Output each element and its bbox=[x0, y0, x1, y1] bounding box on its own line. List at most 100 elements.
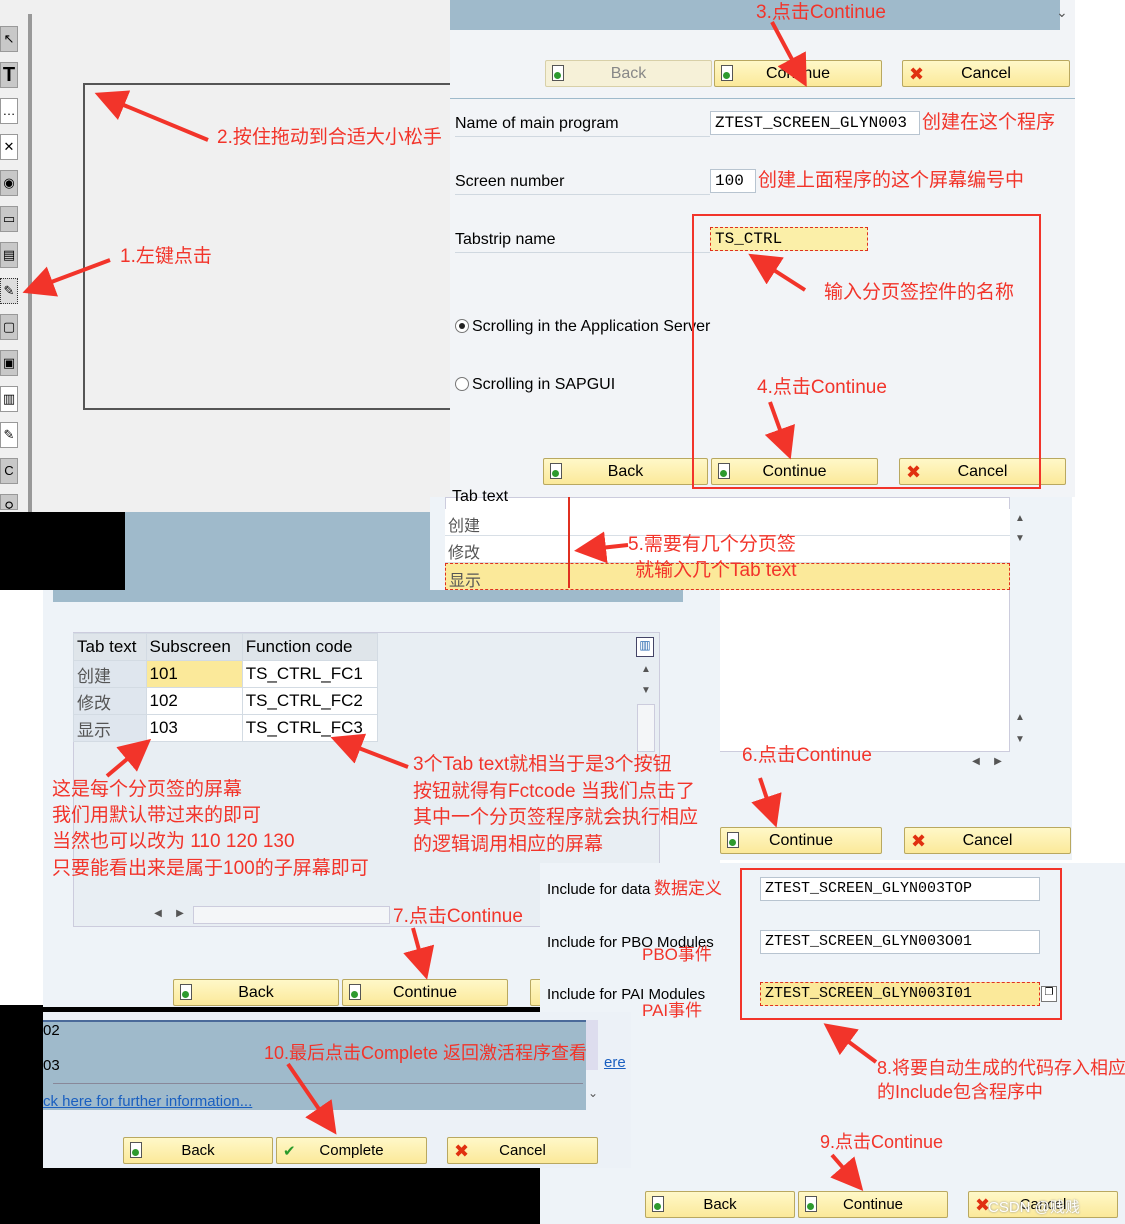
input-field-icon[interactable]: … bbox=[0, 98, 18, 124]
further-info-link[interactable]: ck here for further information... bbox=[43, 1093, 252, 1110]
continue-icon bbox=[805, 1196, 821, 1214]
table-control-icon[interactable]: ▥ bbox=[0, 386, 18, 412]
scrollbar[interactable] bbox=[193, 906, 390, 924]
annotation: 我们用默认带过来的即可 bbox=[52, 805, 262, 826]
complete-button[interactable]: ✔ Complete bbox=[276, 1137, 427, 1164]
checkbox-icon[interactable]: ✕ bbox=[0, 134, 18, 160]
subscreen-icon[interactable]: ▣ bbox=[0, 350, 18, 376]
annotation: 的逻辑调用相应的屏幕 bbox=[413, 834, 604, 855]
radio-scrolling-sapgui[interactable]: Scrolling in SAPGUI bbox=[455, 376, 615, 394]
annotation: 3.点击Continue bbox=[756, 2, 886, 23]
back-button[interactable]: Back bbox=[545, 60, 712, 87]
continue-icon bbox=[721, 65, 737, 83]
chevron-down-icon[interactable]: ⌄ bbox=[1056, 4, 1068, 21]
annotation: 3个Tab text就相当于是3个按钮 bbox=[413, 754, 672, 775]
cancel-button[interactable]: ✖ Cancel bbox=[447, 1137, 598, 1164]
function-code-input[interactable]: TS_CTRL_FC3 bbox=[241, 714, 379, 742]
cancel-icon: ✖ bbox=[454, 1141, 470, 1161]
annotation: 4.点击Continue bbox=[757, 377, 887, 398]
scrollbar[interactable] bbox=[586, 1020, 598, 1070]
continue-button[interactable]: Continue bbox=[714, 60, 882, 87]
function-code-input[interactable]: TS_CTRL_FC2 bbox=[241, 687, 379, 715]
table-row: 修改 102 TS_CTRL_FC2 bbox=[73, 687, 379, 715]
back-icon bbox=[550, 463, 566, 481]
annotation: 输入分页签控件的名称 bbox=[824, 282, 1015, 303]
table-row: 创建 101 TS_CTRL_FC1 bbox=[73, 660, 379, 688]
radio-icon bbox=[455, 319, 469, 333]
subscreen-table: Tab text Subscreen Function code 创建 101 TS_C… bbox=[73, 633, 379, 742]
main-program-input[interactable]: ZTEST_SCREEN_GLYN003 bbox=[710, 111, 920, 135]
pointer-icon[interactable]: ↖ bbox=[0, 26, 18, 52]
back-button[interactable]: Back bbox=[543, 458, 708, 485]
field-label: Tabstrip name bbox=[455, 231, 556, 248]
custom-control-icon[interactable]: C bbox=[0, 458, 18, 484]
continue-button[interactable]: Continue bbox=[720, 827, 882, 854]
annotation: 8.将要自动生成的代码存入相应 bbox=[877, 1058, 1125, 1078]
annotation: 9.点击Continue bbox=[820, 1132, 944, 1152]
function-code-input[interactable]: TS_CTRL_FC1 bbox=[241, 660, 379, 688]
continue-button[interactable]: Continue bbox=[342, 979, 508, 1006]
column-header: Tab text bbox=[452, 488, 509, 502]
annotation: PAI事件 bbox=[642, 1001, 703, 1020]
tabstrip-icon[interactable]: ▤ bbox=[0, 242, 18, 268]
continue-icon bbox=[727, 832, 743, 850]
scroll-right-icon[interactable]: ▶ bbox=[990, 754, 1006, 770]
continue-icon bbox=[349, 984, 365, 1002]
annotation: 当然也可以改为 110 120 130 bbox=[52, 831, 295, 852]
scroll-down-icon[interactable]: ▼ bbox=[638, 683, 654, 699]
scroll-left-icon[interactable]: ◀ bbox=[150, 906, 166, 922]
annotation: 7.点击Continue bbox=[393, 906, 523, 927]
scroll-left-icon[interactable]: ◀ bbox=[968, 754, 984, 770]
text-field-icon[interactable]: T bbox=[0, 62, 18, 88]
field-label: Screen number bbox=[455, 173, 565, 190]
box-icon[interactable]: ▢ bbox=[0, 314, 18, 340]
back-button[interactable]: Back bbox=[123, 1137, 273, 1164]
radio-scrolling-app-server[interactable]: Scrolling in the Application Server bbox=[455, 318, 710, 336]
cancel-button[interactable]: ✖ Cancel bbox=[904, 827, 1071, 854]
annotation: 2.按住拖动到合适大小松手 bbox=[217, 127, 442, 148]
scroll-down-icon[interactable]: ▼ bbox=[1012, 531, 1028, 547]
scroll-up-icon[interactable]: ▲ bbox=[1012, 511, 1028, 527]
annotation: 5.需要有几个分页签 bbox=[628, 534, 796, 555]
back-button[interactable]: Back bbox=[173, 979, 339, 1006]
scroll-right-icon[interactable]: ▶ bbox=[172, 906, 188, 922]
subscreen-input[interactable]: 102 bbox=[145, 687, 243, 715]
tabstrip-wizard-icon[interactable]: ✎ bbox=[0, 278, 18, 304]
scroll-up-icon[interactable]: ▲ bbox=[1012, 710, 1028, 726]
screen-number-input[interactable]: 100 bbox=[710, 169, 756, 193]
annotation: 就输入几个Tab text bbox=[635, 560, 797, 581]
scroll-down-icon[interactable]: ▼ bbox=[1012, 732, 1028, 748]
pushbutton-icon[interactable]: ▭ bbox=[0, 206, 18, 232]
radio-icon bbox=[455, 377, 469, 391]
scrollbar[interactable] bbox=[637, 704, 655, 752]
info-link[interactable]: ere bbox=[604, 1054, 626, 1071]
back-icon bbox=[130, 1142, 146, 1160]
table-wizard-icon[interactable]: ✎ bbox=[0, 422, 18, 448]
column-settings-icon[interactable]: ▥ bbox=[636, 637, 654, 657]
annotation: 1.左键点击 bbox=[120, 246, 212, 267]
annotation: 创建在这个程序 bbox=[922, 112, 1056, 133]
cancel-button[interactable]: ✖ Cancel bbox=[902, 60, 1070, 87]
cancel-icon: ✖ bbox=[911, 831, 927, 851]
table-row: 显示 103 TS_CTRL_FC3 bbox=[73, 714, 379, 742]
annotation: 按钮就得有Fctcode 当我们点击了 bbox=[413, 781, 695, 802]
status-icon-icon[interactable]: ⚲ bbox=[0, 494, 18, 510]
screen-painter-canvas: ↖ T … ✕ ◉ ▭ ▤ ✎ ▢ ▣ ▥ ✎ C ⚲ bbox=[0, 0, 452, 512]
annotation: 只要能看出来是属于100的子屏幕即可 bbox=[52, 858, 369, 879]
chevron-down-icon[interactable]: ⌄ bbox=[588, 1086, 598, 1100]
subscreen-input[interactable]: 103 bbox=[145, 714, 243, 742]
back-icon bbox=[180, 984, 196, 1002]
divider bbox=[28, 14, 32, 512]
column-header: Tab text bbox=[73, 633, 147, 661]
annotation: 其中一个分页签程序就会执行相应 bbox=[413, 807, 699, 828]
dialog-header bbox=[450, 0, 1060, 30]
check-pencil-icon: ✔ bbox=[283, 1143, 296, 1160]
message-line: 03 bbox=[43, 1057, 60, 1074]
scroll-up-icon[interactable]: ▲ bbox=[638, 662, 654, 678]
subscreen-input[interactable]: 101 bbox=[145, 660, 243, 688]
background-window bbox=[125, 512, 430, 592]
radio-button-icon[interactable]: ◉ bbox=[0, 170, 18, 196]
back-button[interactable]: Back bbox=[645, 1191, 795, 1218]
continue-button[interactable]: Continue bbox=[798, 1191, 948, 1218]
annotation: 的Include包含程序中 bbox=[877, 1082, 1044, 1102]
